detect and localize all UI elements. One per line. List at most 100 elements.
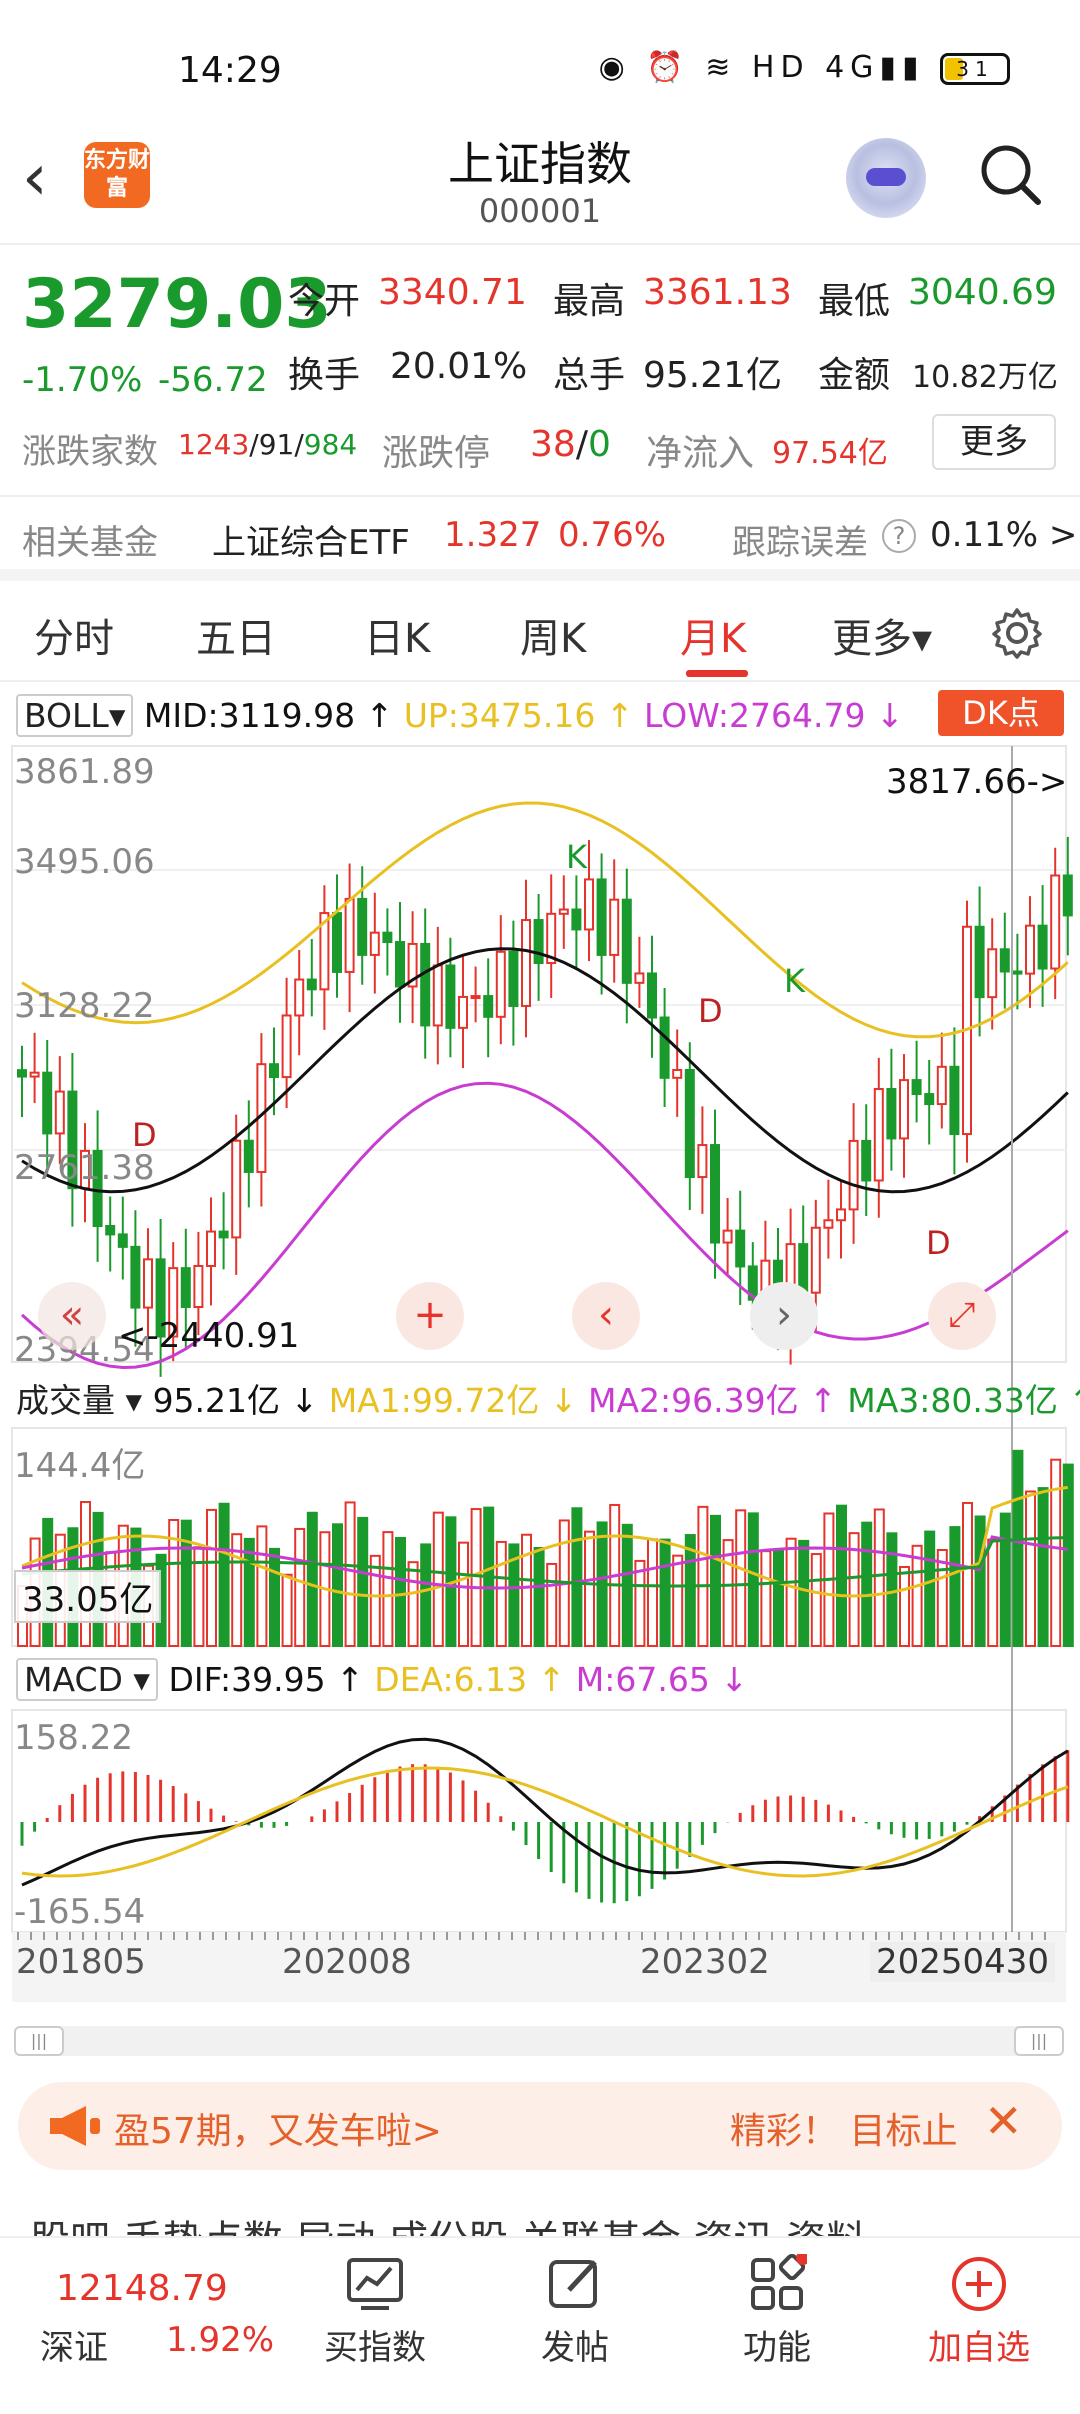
candle-body — [999, 948, 1010, 973]
scroller-right-handle[interactable]: ||| — [1014, 2026, 1064, 2056]
buy-index-button[interactable]: 买指数 — [300, 2254, 450, 2369]
price-axis-label: 3128.22 — [14, 986, 155, 1026]
related-index-quote[interactable]: 12148.79 深证 1.92% — [0, 2238, 300, 2414]
sz-index-name: 深证 — [40, 2328, 108, 2368]
promo-banner[interactable]: 盈57期，又发车啦> 精彩！ 目标止 ✕ — [18, 2082, 1062, 2170]
volume-bar — [785, 1537, 797, 1648]
function-button[interactable]: 功能 — [702, 2254, 852, 2369]
scroll-first-icon[interactable]: « — [38, 1282, 106, 1350]
volume-bar — [810, 1553, 822, 1648]
candle-body — [306, 978, 317, 991]
volume-bar — [495, 1540, 507, 1648]
candle-body — [886, 1088, 897, 1140]
candle-body — [130, 1245, 141, 1309]
candle-body — [899, 1079, 909, 1140]
close-icon[interactable]: ✕ — [984, 2094, 1023, 2148]
candle-body — [269, 1063, 279, 1079]
candle-body — [609, 898, 620, 956]
volume-bar — [836, 1504, 847, 1648]
price-axis-label: 2761.38 — [14, 1148, 155, 1188]
macd-axis-bottom: -165.54 — [14, 1892, 146, 1932]
candle-body — [143, 1258, 153, 1309]
candle-body — [483, 995, 494, 1018]
candle-body — [420, 942, 431, 1027]
candle-body — [823, 1219, 834, 1229]
zoom-in-icon[interactable]: + — [396, 1282, 464, 1350]
candle-body — [508, 950, 519, 1007]
candle-body — [810, 1226, 821, 1294]
candle-body — [836, 1208, 846, 1222]
chevron-right-icon[interactable]: › — [750, 1282, 818, 1350]
x-axis-current-date: 20250430 — [870, 1942, 1056, 1982]
macd-dif-line — [21, 1737, 1069, 1887]
candle-body — [672, 1069, 683, 1079]
volume-bar — [332, 1523, 343, 1648]
volume-bar — [369, 1554, 381, 1647]
post-button[interactable]: 发帖 — [500, 2254, 650, 2369]
candle-body — [294, 978, 305, 1017]
chart-range-scroller[interactable]: ||| ||| — [14, 2026, 1064, 2056]
candle-body — [1050, 874, 1061, 970]
candle-body — [243, 1139, 254, 1173]
candle-body — [873, 1088, 884, 1182]
candle-body — [281, 1014, 292, 1079]
fullscreen-icon[interactable]: ⤢ — [928, 1282, 996, 1350]
add-watchlist-button[interactable]: 加自选 — [904, 2254, 1054, 2369]
d-marker: D — [926, 1224, 951, 1262]
volume-bar — [357, 1516, 369, 1647]
kline-chart[interactable] — [0, 0, 1080, 2080]
d-marker: D — [698, 992, 723, 1030]
price-axis-label: 3495.06 — [14, 842, 155, 882]
volume-value: 95.21亿 ↓ — [152, 1381, 319, 1420]
volume-indicator-select[interactable]: 成交量 ▾ — [16, 1381, 142, 1420]
candle-body — [357, 897, 368, 956]
macd-m: M:67.65 ↓ — [575, 1660, 748, 1699]
volume-bar — [458, 1541, 469, 1648]
sz-index-pct: 1.92% — [166, 2320, 275, 2360]
candle-body — [558, 908, 569, 915]
scroller-left-handle[interactable]: ||| — [14, 2026, 64, 2056]
candle-body — [949, 1065, 960, 1136]
candle-body — [697, 1144, 708, 1179]
volume-bar — [873, 1508, 885, 1648]
promo-marquee: 精彩！ 目标止 — [730, 2111, 958, 2152]
candle-body — [344, 897, 355, 973]
candle-body — [735, 1229, 746, 1268]
candle-body — [231, 1139, 242, 1239]
macd-indicator-select[interactable]: MACD ▾ — [16, 1658, 158, 1701]
volume-bar — [584, 1530, 595, 1647]
candle-body — [495, 950, 506, 1018]
function-label: 功能 — [743, 2328, 811, 2368]
k-marker: K — [566, 838, 587, 876]
buy-index-label: 买指数 — [324, 2328, 426, 2368]
candle-body — [105, 1225, 116, 1236]
candle-body — [206, 1230, 216, 1267]
volume-bar — [395, 1536, 406, 1647]
chevron-left-icon[interactable]: ‹ — [572, 1282, 640, 1350]
candle-body — [722, 1229, 733, 1244]
volume-bar — [1025, 1490, 1036, 1648]
candle-body — [710, 1144, 720, 1244]
min-annotation: <-2440.91 — [118, 1316, 300, 1356]
volume-bar — [672, 1554, 684, 1648]
volume-bar — [1037, 1487, 1049, 1648]
candle-body — [42, 1071, 53, 1135]
edit-icon — [549, 2260, 597, 2308]
candle-body — [571, 908, 582, 931]
macd-name: MACD — [24, 1660, 123, 1699]
volume-bar — [760, 1550, 772, 1648]
candle-body — [395, 941, 405, 988]
candle-body — [974, 925, 985, 999]
content-tabs-text: 股吧 手势点数 异动 成份股 关联基金 资讯 资料 — [30, 2218, 866, 2236]
candle-body — [634, 972, 645, 984]
candle-body — [861, 1139, 872, 1182]
content-tab-strip[interactable]: 股吧 手势点数 异动 成份股 关联基金 资讯 资料 — [0, 2210, 1080, 2236]
chart-trend-icon — [347, 2258, 403, 2310]
volume-bar — [936, 1548, 948, 1648]
macd-axis-top: 158.22 — [14, 1718, 133, 1758]
boll-mid-line — [21, 947, 1069, 1194]
volume-bar — [281, 1573, 293, 1647]
volume-bar — [382, 1531, 394, 1648]
candle-body — [924, 1093, 935, 1106]
x-axis-label: 202302 — [640, 1942, 770, 1982]
